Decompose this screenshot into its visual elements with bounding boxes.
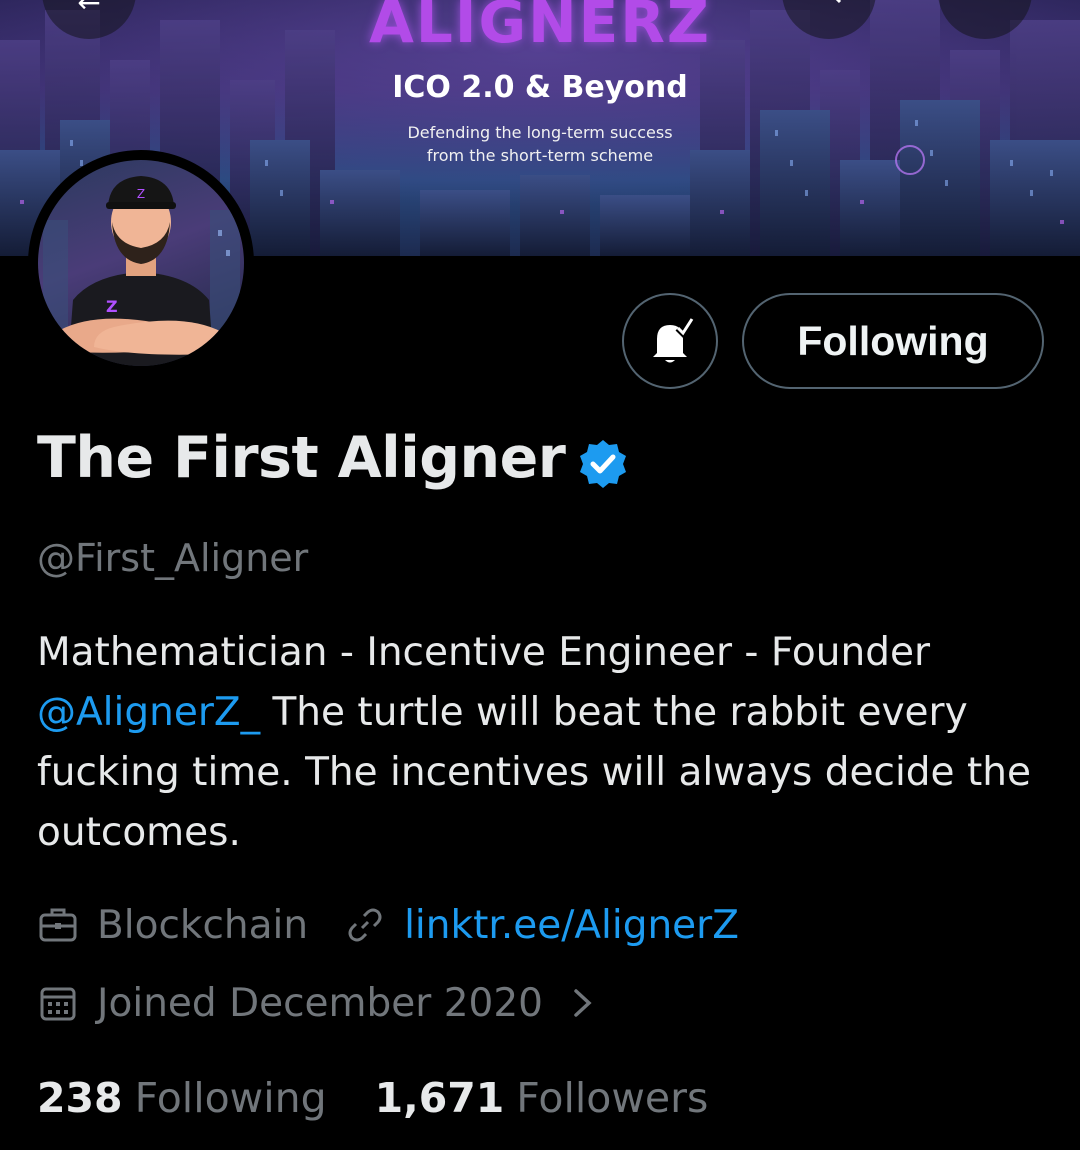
bell-check-icon <box>653 317 695 363</box>
profile-website-link[interactable]: linktr.ee/AlignerZ <box>404 903 739 948</box>
following-label: Following <box>134 1074 327 1122</box>
link-icon <box>348 908 382 942</box>
verified-badge-icon <box>580 440 626 488</box>
profile-avatar[interactable]: Z Z <box>28 150 254 376</box>
banner-subtitle-line1: Defending the long-term success <box>407 123 673 142</box>
followers-label: Followers <box>516 1074 709 1122</box>
chevron-right-icon <box>574 989 592 1017</box>
bio-text-prefix: Mathematician - Incentive Engineer - Fou… <box>37 630 930 675</box>
follow-stats: 238 Following 1,671 Followers <box>37 1070 708 1126</box>
followers-count: 1,671 <box>374 1074 505 1122</box>
following-button[interactable]: Following <box>742 293 1044 389</box>
search-icon <box>782 0 876 17</box>
banner-logo-text: ALIGNERZ <box>369 0 711 56</box>
user-handle: @First_Aligner <box>37 536 309 580</box>
profile-meta-row: Blockchain linktr.ee/AlignerZ <box>37 900 739 950</box>
calendar-icon <box>40 987 76 1021</box>
arrow-left-icon: ← <box>77 0 101 19</box>
notifications-button[interactable] <box>622 293 718 389</box>
bio-mention-link[interactable]: @AlignerZ_ <box>37 690 260 735</box>
following-count: 238 <box>37 1074 123 1122</box>
followers-stat[interactable]: 1,671 Followers <box>375 1074 709 1122</box>
avatar-image: Z Z <box>38 160 244 366</box>
display-name: The First Aligner <box>37 425 566 491</box>
svg-text:Z: Z <box>106 297 118 316</box>
svg-text:Z: Z <box>137 187 145 201</box>
briefcase-icon <box>39 908 77 942</box>
profile-bio: Mathematician - Incentive Engineer - Fou… <box>37 623 1047 863</box>
more-vertical-icon <box>938 0 1032 17</box>
joined-date: Joined December 2020 <box>97 980 543 1026</box>
banner-tagline: ICO 2.0 & Beyond <box>392 70 688 105</box>
following-stat[interactable]: 238 Following <box>37 1074 327 1122</box>
profile-category: Blockchain <box>97 902 309 948</box>
joined-date-row[interactable]: Joined December 2020 <box>37 978 595 1028</box>
